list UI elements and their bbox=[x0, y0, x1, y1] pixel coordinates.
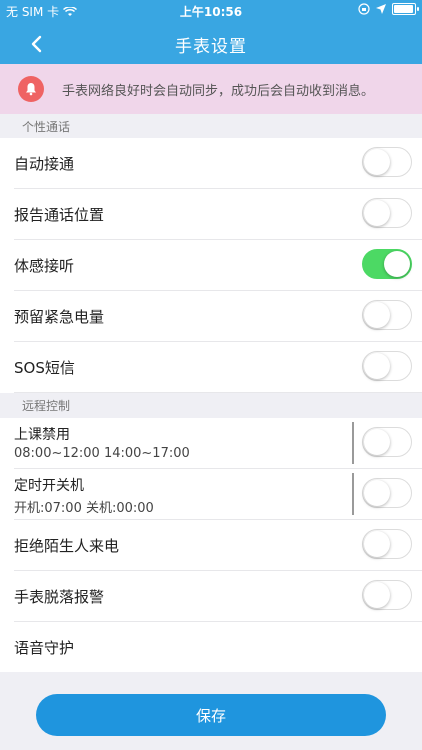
sync-notice: 手表网络良好时会自动同步，成功后会自动收到消息。 bbox=[0, 64, 422, 114]
scheduled-power-toggle[interactable] bbox=[362, 478, 412, 508]
row-label: 手表脱落报警 bbox=[14, 588, 105, 606]
row-sos-sms: SOS短信 bbox=[14, 342, 422, 393]
nav-bar: 手表设置 bbox=[0, 22, 422, 64]
status-right bbox=[358, 3, 419, 15]
row-reserve-emergency-battery: 预留紧急电量 bbox=[14, 291, 422, 342]
row-label: SOS短信 bbox=[14, 359, 75, 377]
auto-answer-toggle[interactable] bbox=[362, 147, 412, 177]
row-label: 拒绝陌生人来电 bbox=[14, 537, 120, 555]
section-header-remote-control: 远程控制 bbox=[0, 393, 422, 417]
row-watch-removal-alarm: 手表脱落报警 bbox=[14, 571, 422, 622]
toggle-knob bbox=[364, 200, 390, 226]
header: 无 SIM 卡 上午10:56 手表设置 bbox=[0, 0, 422, 64]
toggle-knob bbox=[364, 353, 390, 379]
bell-icon bbox=[18, 76, 44, 102]
row-label: 自动接通 bbox=[14, 155, 75, 173]
toggle-knob bbox=[384, 251, 410, 277]
row-label: 预留紧急电量 bbox=[14, 308, 105, 326]
battery-fill bbox=[394, 5, 413, 13]
row-schedule: 开机:07:00 关机:00:00 bbox=[14, 501, 154, 516]
toggle-knob bbox=[364, 480, 390, 506]
reserve-emergency-battery-toggle[interactable] bbox=[362, 300, 412, 330]
row-voice-guard[interactable]: 语音守护 bbox=[14, 622, 422, 672]
row-motion-answer: 体感接听 bbox=[14, 240, 422, 291]
toggle-knob bbox=[364, 531, 390, 557]
row-class-disable[interactable]: 上课禁用 08:00~12:00 14:00~17:00 bbox=[14, 418, 422, 469]
row-report-call-location: 报告通话位置 bbox=[14, 189, 422, 240]
row-reject-stranger-calls: 拒绝陌生人来电 bbox=[14, 520, 422, 571]
sos-sms-toggle[interactable] bbox=[362, 351, 412, 381]
remote-control-list: 上课禁用 08:00~12:00 14:00~17:00 定时开关机 开机:07… bbox=[0, 418, 422, 672]
motion-answer-toggle[interactable] bbox=[362, 249, 412, 279]
row-schedule: 08:00~12:00 14:00~17:00 bbox=[14, 446, 190, 461]
save-button[interactable]: 保存 bbox=[36, 694, 386, 736]
notice-text: 手表网络良好时会自动同步，成功后会自动收到消息。 bbox=[62, 83, 375, 99]
section-title: 个性通话 bbox=[22, 120, 71, 134]
row-scheduled-power[interactable]: 定时开关机 开机:07:00 关机:00:00 bbox=[14, 469, 422, 520]
class-disable-toggle[interactable] bbox=[362, 427, 412, 457]
toggle-knob bbox=[364, 149, 390, 175]
status-bar: 无 SIM 卡 上午10:56 bbox=[0, 0, 422, 22]
row-label: 语音守护 bbox=[14, 639, 75, 657]
watch-removal-alarm-toggle[interactable] bbox=[362, 580, 412, 610]
orientation-lock-icon bbox=[358, 3, 370, 15]
vertical-divider bbox=[352, 422, 354, 464]
section-title: 远程控制 bbox=[22, 399, 71, 413]
personal-call-list: 自动接通 报告通话位置 体感接听 预留紧急电量 SOS短信 bbox=[0, 138, 422, 393]
toggle-knob bbox=[364, 582, 390, 608]
row-label: 体感接听 bbox=[14, 257, 75, 275]
row-label: 定时开关机 bbox=[14, 478, 84, 494]
reject-stranger-calls-toggle[interactable] bbox=[362, 529, 412, 559]
row-label: 上课禁用 bbox=[14, 427, 70, 443]
row-label: 报告通话位置 bbox=[14, 206, 105, 224]
battery-icon bbox=[392, 3, 419, 15]
location-icon bbox=[376, 4, 386, 14]
row-auto-answer: 自动接通 bbox=[14, 138, 422, 189]
vertical-divider bbox=[352, 473, 354, 515]
report-call-location-toggle[interactable] bbox=[362, 198, 412, 228]
toggle-knob bbox=[364, 302, 390, 328]
toggle-knob bbox=[364, 429, 390, 455]
section-header-personal-call: 个性通话 bbox=[0, 114, 422, 138]
page-title: 手表设置 bbox=[175, 37, 247, 57]
